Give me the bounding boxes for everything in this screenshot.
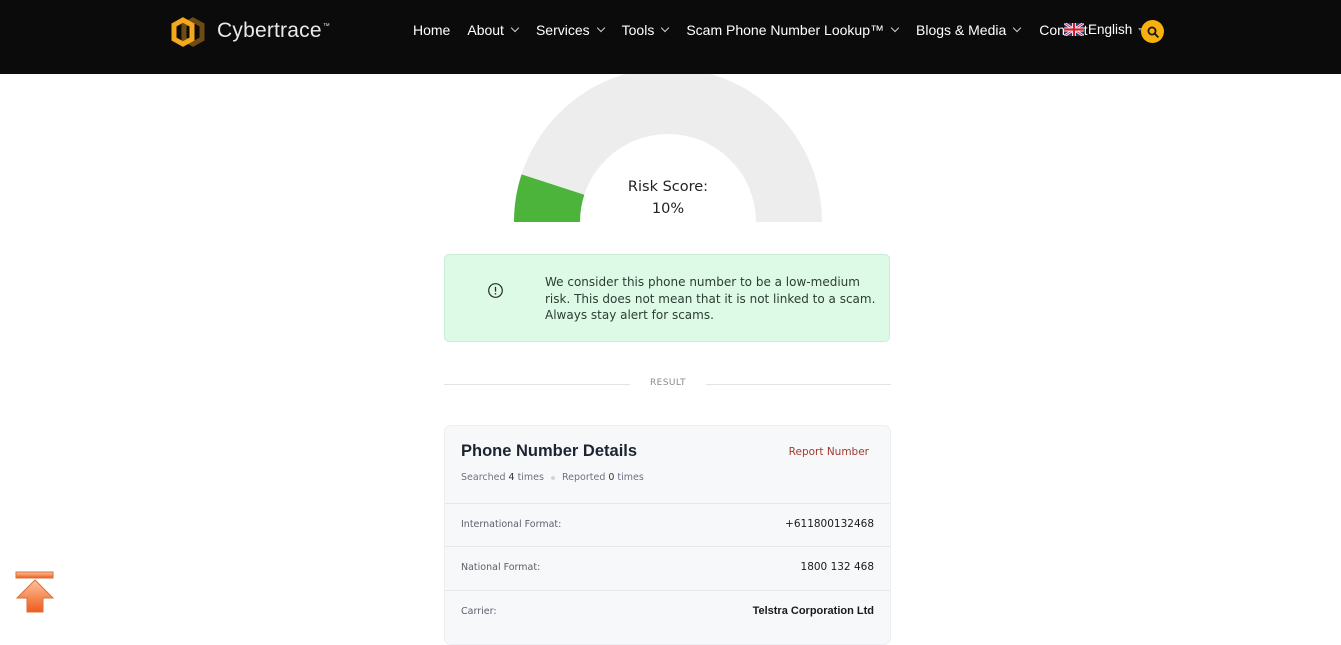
row-label: Carrier: [461, 606, 497, 617]
chevron-down-icon [1013, 23, 1022, 33]
risk-score-label: Risk Score: [627, 179, 709, 195]
search-button[interactable] [1141, 20, 1164, 43]
reported-prefix: Reported [561, 472, 606, 483]
detail-row-national-format: National Format: 1800 132 468 [445, 546, 890, 590]
row-label: National Format: [461, 562, 541, 573]
detail-row-international-format: International Format: +611800132468 [445, 503, 890, 547]
nav-about[interactable]: About [467, 22, 520, 38]
row-label: International Format: [461, 519, 562, 530]
alert-message: We consider this phone number to be a lo… [545, 275, 876, 322]
reported-count: 0 [608, 472, 615, 483]
brand-name: Cybertrace™ [217, 19, 330, 42]
chevron-down-icon [890, 23, 900, 33]
scroll-to-top-arrow-icon [15, 571, 55, 613]
divider-line-left [444, 384, 630, 385]
chevron-down-icon [510, 23, 520, 33]
reported-suffix: times [617, 472, 644, 483]
row-value: +611800132468 [785, 518, 874, 530]
language-label: English [1088, 22, 1133, 37]
result-divider-label: RESULT [650, 378, 686, 388]
brand-logo[interactable]: Cybertrace™ [171, 17, 330, 47]
gauge-track [514, 68, 822, 222]
search-report-stats: Searched 4 times Reported 0 times [461, 472, 644, 483]
phone-number-details-card: Phone Number Details Report Number Searc… [444, 425, 891, 645]
exclamation-circle-icon [488, 283, 503, 298]
row-value: Telstra Corporation Ltd [752, 605, 874, 617]
search-icon [1147, 26, 1159, 38]
chevron-down-icon [661, 23, 670, 33]
nav-services[interactable]: Services [536, 22, 605, 38]
divider-line-right [706, 384, 891, 385]
cybertrace-logo-icon [171, 17, 205, 47]
nav-scam-phone-number-lookup[interactable]: Scam Phone Number Lookup™ [686, 22, 900, 38]
nav-blogs-media[interactable]: Blogs & Media [916, 22, 1022, 38]
separator-dot [550, 475, 555, 480]
chevron-down-icon [596, 23, 605, 33]
row-value: 1800 132 468 [800, 561, 874, 573]
risk-score-value: 10% [651, 201, 685, 217]
uk-flag-icon [1064, 23, 1084, 36]
searched-count: 4 [508, 472, 515, 483]
language-selector[interactable]: English [1064, 22, 1143, 37]
card-title: Phone Number Details [461, 442, 638, 460]
site-header: Cybertrace™ Home About Services Tools Sc… [0, 0, 1341, 74]
risk-alert: We consider this phone number to be a lo… [444, 254, 890, 342]
main-nav: Home About Services Tools Scam Phone Num… [413, 22, 1088, 38]
nav-home[interactable]: Home [413, 22, 450, 38]
nav-tools[interactable]: Tools [622, 22, 670, 38]
searched-suffix: times [517, 472, 544, 483]
searched-prefix: Searched [461, 472, 506, 483]
report-number-link[interactable]: Report Number [789, 446, 869, 458]
scroll-to-top-button[interactable] [14, 570, 56, 618]
detail-row-carrier: Carrier: Telstra Corporation Ltd [445, 590, 890, 634]
